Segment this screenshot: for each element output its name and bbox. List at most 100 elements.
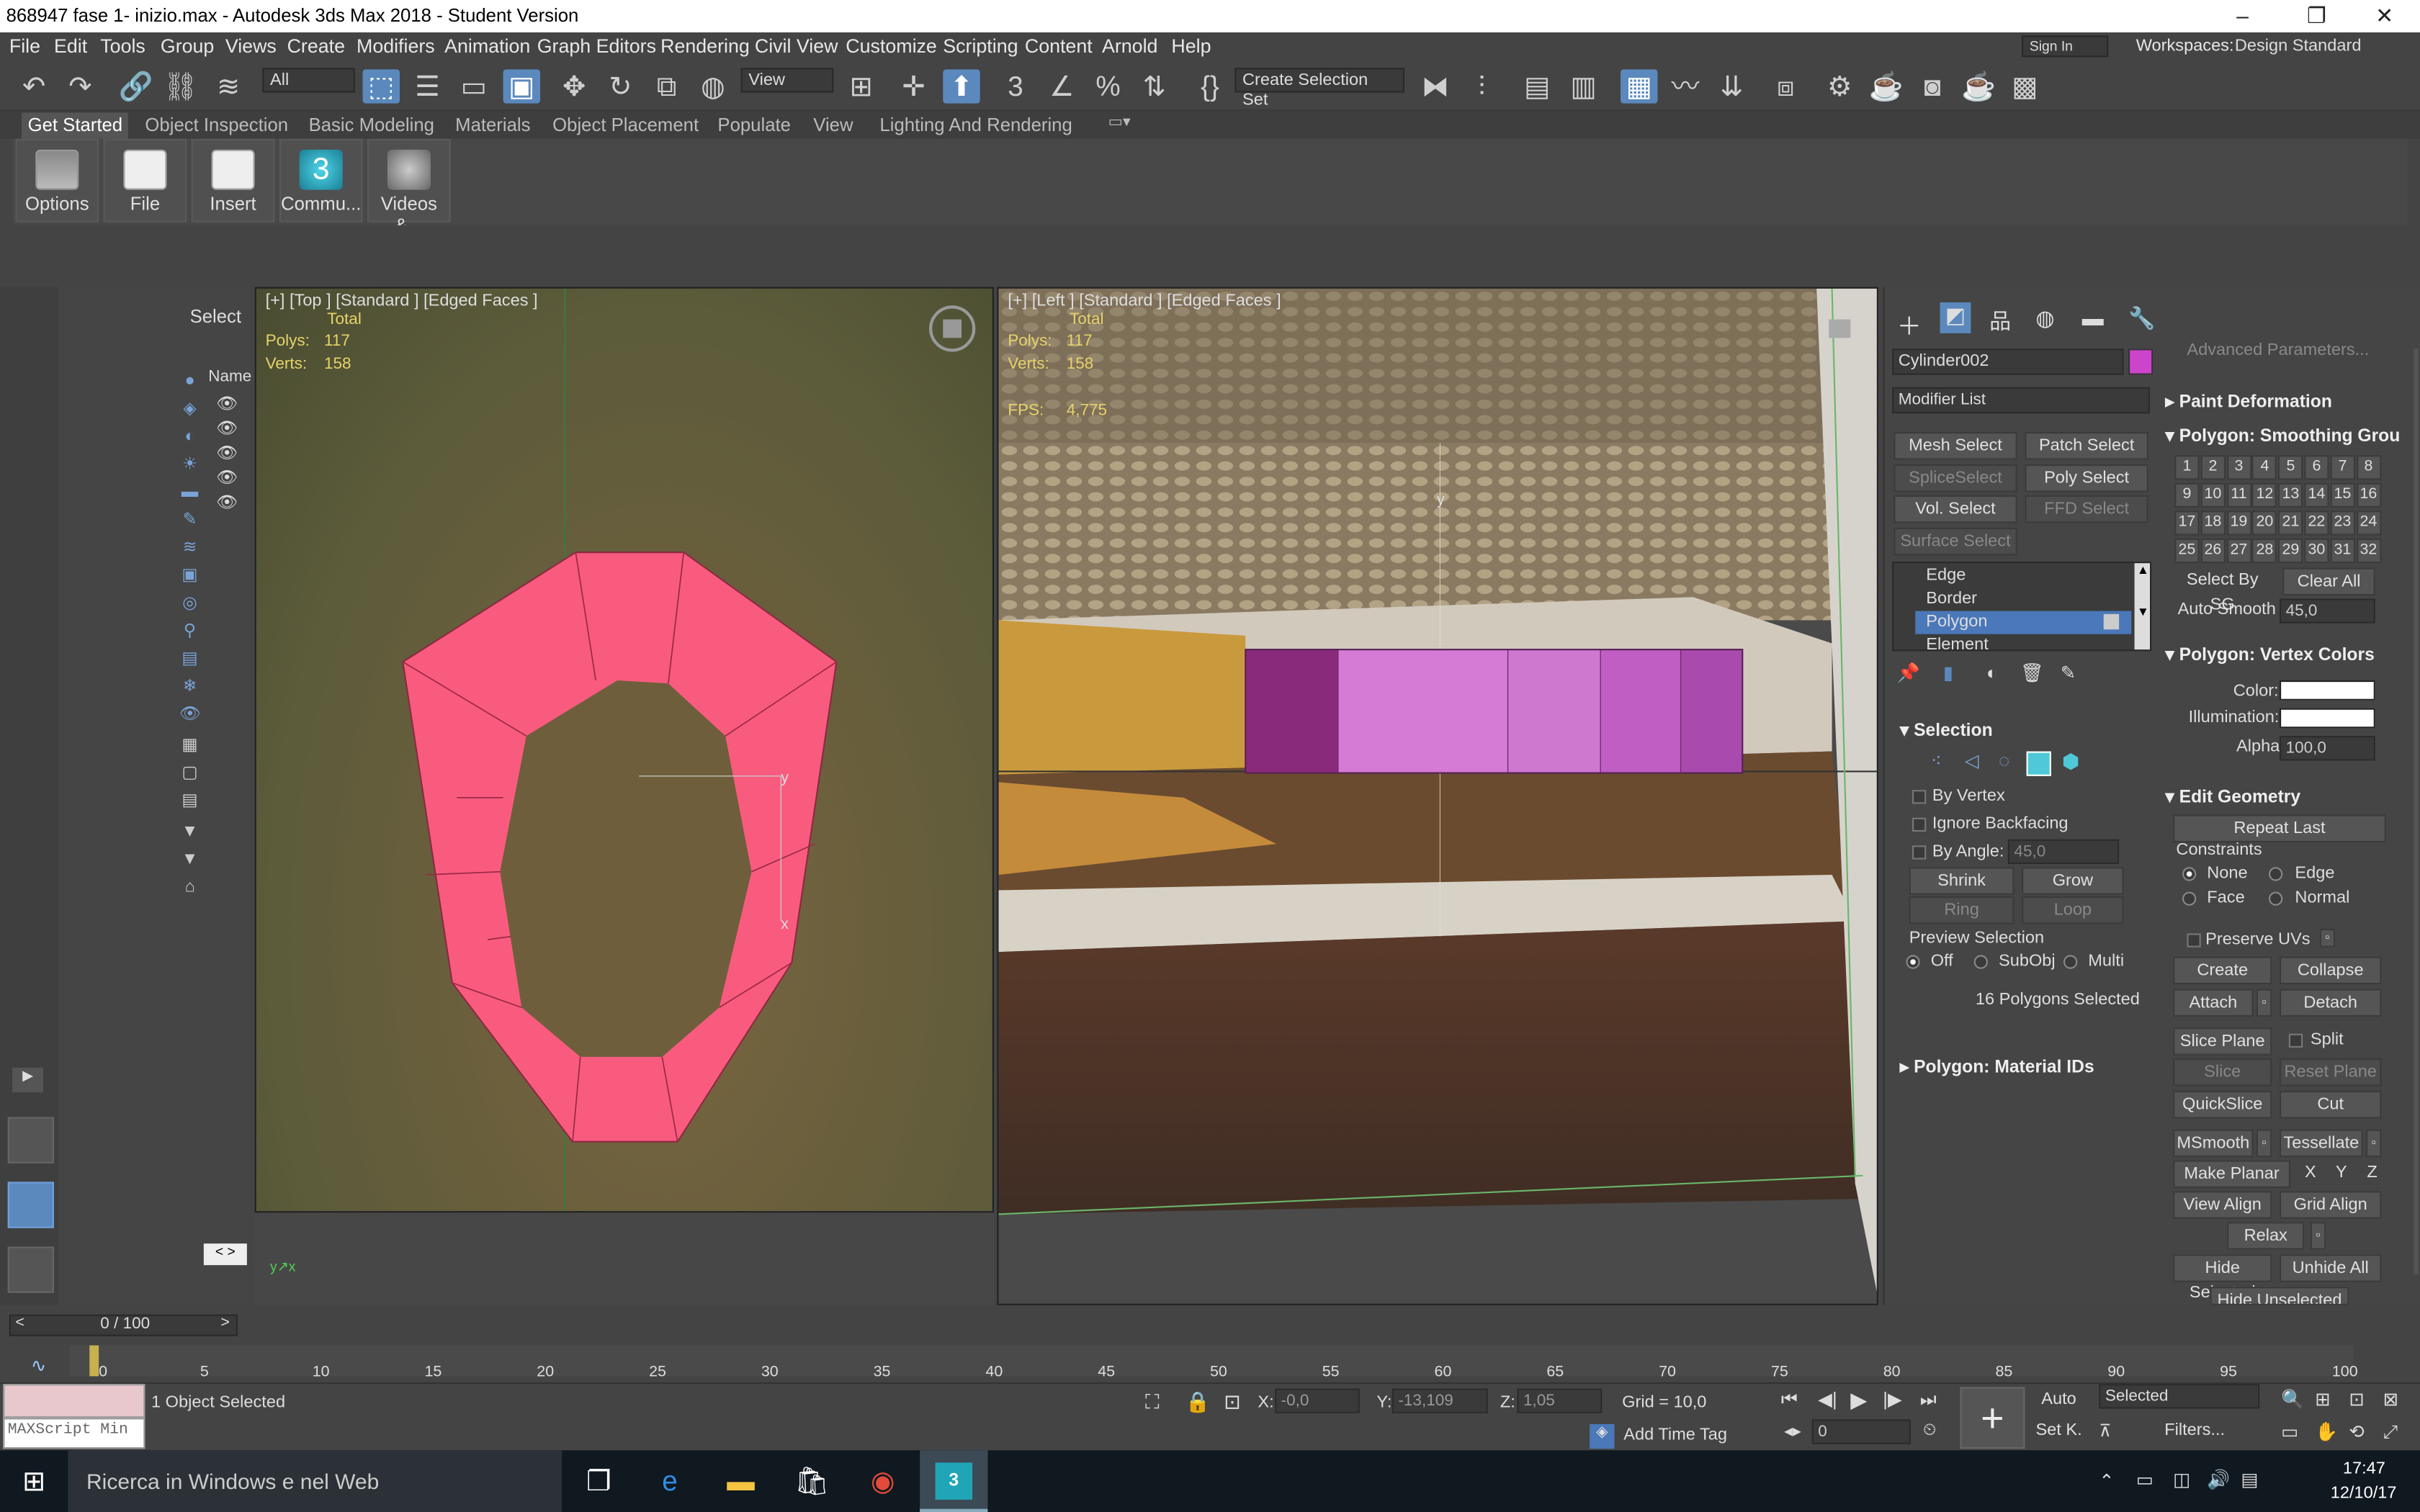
slice-button[interactable]: Slice <box>2173 1058 2272 1086</box>
add-time-tag-button[interactable]: Add Time Tag <box>1623 1426 1727 1444</box>
percent-snap-icon[interactable]: % <box>1090 69 1126 103</box>
eye-icon[interactable]: 👁 <box>216 418 238 438</box>
display-helpers-icon[interactable]: ✎ <box>179 509 201 531</box>
stack-item-element[interactable]: Element <box>1926 636 1988 649</box>
display-bones-icon[interactable]: ⚲ <box>179 620 201 642</box>
smoothing-group-5-button[interactable]: 5 <box>2278 455 2303 480</box>
ignore-backfacing-checkbox[interactable] <box>1912 817 1927 832</box>
rect-selection-icon[interactable]: ▭ <box>455 69 492 103</box>
attach-settings-icon[interactable]: ▫ <box>2256 989 2272 1017</box>
by-vertex-checkbox[interactable] <box>1912 790 1927 804</box>
ribbon-options-icon[interactable]: ▭▾ <box>1108 114 1131 132</box>
smoothing-group-8-button[interactable]: 8 <box>2356 455 2381 480</box>
time-slider-next[interactable]: > <box>220 1315 230 1332</box>
orbit-icon[interactable]: ⟲ <box>2349 1421 2365 1443</box>
spinner-snap-icon[interactable]: ⇅ <box>1136 69 1173 103</box>
go-to-start-icon[interactable]: ⏮ <box>1781 1389 1798 1412</box>
close-button[interactable]: ✕ <box>2349 0 2420 32</box>
constraint-normal-radio[interactable] <box>2269 891 2283 906</box>
viewport-left-label[interactable]: [+] [Left ] [Standard ] [Edged Faces ] <box>1008 292 1281 310</box>
reset-plane-button[interactable]: Reset Plane <box>2280 1058 2382 1086</box>
stack-scrollbar[interactable]: ▲ ▼ <box>2134 563 2150 650</box>
smoothing-group-3-button[interactable]: 3 <box>2226 455 2251 480</box>
object-color-swatch[interactable] <box>2128 348 2154 375</box>
set-key-icon[interactable]: + <box>1960 1387 2025 1449</box>
smoothing-group-29-button[interactable]: 29 <box>2278 538 2303 564</box>
preserve-uvs-checkbox[interactable] <box>2187 933 2201 948</box>
rendered-frame-icon[interactable]: ◙ <box>1914 69 1950 103</box>
display-spacewarps-icon[interactable]: ≋ <box>179 537 201 559</box>
planar-z-button[interactable]: Z <box>2360 1160 2384 1188</box>
smoothing-group-10-button[interactable]: 10 <box>2200 482 2226 508</box>
link-icon[interactable]: 🔗 <box>117 69 154 103</box>
surface-select-button[interactable]: Surface Select <box>1894 527 2017 556</box>
videos-button[interactable]: Videos &... <box>367 138 451 236</box>
eye-icon[interactable]: 👁 <box>216 393 238 414</box>
constraint-edge-radio[interactable] <box>2269 867 2283 881</box>
element-mode-icon[interactable]: ⬢ <box>2062 750 2079 774</box>
pin-stack-icon[interactable]: 📌 <box>1897 662 1920 683</box>
scale-icon[interactable]: ⧉ <box>648 69 685 103</box>
smoothing-group-27-button[interactable]: 27 <box>2226 538 2251 564</box>
menu-animation[interactable]: Animation <box>444 35 530 57</box>
preserve-uvs-settings-icon[interactable]: ▫ <box>2319 929 2336 948</box>
edit-geometry-rollout[interactable]: ▾ Edit Geometry <box>2165 786 2300 807</box>
z-coordinate-field[interactable]: 1,05 <box>1517 1388 1603 1413</box>
y-coordinate-field[interactable]: -13,109 <box>1392 1388 1488 1413</box>
set-key-button[interactable]: Set K. <box>2031 1418 2087 1446</box>
zoom-all-icon[interactable]: ⊞ <box>2315 1389 2331 1410</box>
x-coordinate-field[interactable]: -0,0 <box>1275 1388 1360 1413</box>
advanced-parameters-button[interactable]: Advanced Parameters... <box>2170 338 2386 366</box>
action-center-icon[interactable]: ▤ <box>2241 1469 2258 1490</box>
scene-explorer-icon[interactable]: ▤ <box>1519 69 1556 103</box>
minimize-button[interactable]: – <box>2207 0 2278 32</box>
pivot-icon[interactable]: ⊞ <box>843 69 879 103</box>
poly-select-button[interactable]: Poly Select <box>2025 464 2148 492</box>
patch-select-button[interactable]: Patch Select <box>2025 432 2148 460</box>
filter-icon[interactable]: ▼ <box>179 821 201 842</box>
undo-icon[interactable]: ↶ <box>15 69 52 103</box>
smoothing-group-32-button[interactable]: 32 <box>2356 538 2381 564</box>
options-button[interactable]: Options <box>15 138 99 222</box>
expand-arrow-icon[interactable]: ▶ <box>12 1067 43 1093</box>
selection-filter-dropdown[interactable]: All <box>262 68 355 93</box>
key-mode-icon[interactable]: ◂▸ <box>1784 1421 1801 1441</box>
snaps-toggle-icon[interactable]: 3 <box>997 69 1034 103</box>
rotate-icon[interactable]: ↻ <box>602 69 639 103</box>
display-groups-icon[interactable]: ▣ <box>179 564 201 586</box>
keyboard-shortcut-override-icon[interactable]: ⬆ <box>943 69 980 104</box>
clear-all-button[interactable]: Clear All <box>2282 567 2375 596</box>
unhide-all-button[interactable]: Unhide All <box>2280 1254 2382 1282</box>
vertex-colors-rollout[interactable]: ▾ Polygon: Vertex Colors <box>2165 644 2374 665</box>
current-frame-marker[interactable] <box>89 1345 99 1377</box>
show-hidden-icons[interactable]: ⌃ <box>2099 1470 2115 1492</box>
named-selection-set-dropdown[interactable]: Create Selection Set <box>1234 68 1404 109</box>
eye-icon[interactable]: 👁 <box>216 443 238 463</box>
menu-file[interactable]: File <box>9 35 40 57</box>
collapse-button[interactable]: Collapse <box>2280 956 2382 985</box>
modify-tab-icon[interactable]: ◩ <box>1940 302 1971 333</box>
ribbon-toggle-icon[interactable]: ▦ <box>1621 69 1658 104</box>
tab-lighting-and-rendering[interactable]: Lighting And Rendering <box>879 114 1072 136</box>
smoothing-group-6-button[interactable]: 6 <box>2304 455 2329 480</box>
render-icon[interactable]: ☕ <box>1960 69 1996 103</box>
relax-settings-icon[interactable]: ▫ <box>2310 1222 2326 1250</box>
prev-frame-icon[interactable]: ◀| <box>1818 1389 1837 1410</box>
vertex-mode-icon[interactable]: ⁖ <box>1931 750 1942 771</box>
by-angle-checkbox[interactable] <box>1912 845 1927 860</box>
material-ids-rollout-title[interactable]: ▸ Polygon: Material IDs <box>1900 1056 2094 1077</box>
scroll-arrows[interactable]: < > <box>203 1243 247 1266</box>
quickslice-button[interactable]: QuickSlice <box>2173 1091 2272 1119</box>
planar-y-button[interactable]: Y <box>2329 1160 2354 1188</box>
motion-tab-icon[interactable]: ◍ <box>2035 305 2054 331</box>
menu-customize[interactable]: Customize <box>846 35 937 57</box>
display-shapes-icon[interactable]: ◐ <box>179 426 201 447</box>
menu-modifiers[interactable]: Modifiers <box>357 35 435 57</box>
play-icon[interactable]: ▶ <box>1850 1387 1867 1413</box>
window-crossing-icon[interactable]: ▣ <box>503 69 540 104</box>
maximize-viewport-icon[interactable]: ⤢ <box>2383 1421 2398 1444</box>
smoothing-group-31-button[interactable]: 31 <box>2330 538 2355 564</box>
menu-edit[interactable]: Edit <box>54 35 87 57</box>
ref-coord-dropdown[interactable]: View <box>740 68 834 93</box>
smoothing-group-12-button[interactable]: 12 <box>2252 482 2277 508</box>
